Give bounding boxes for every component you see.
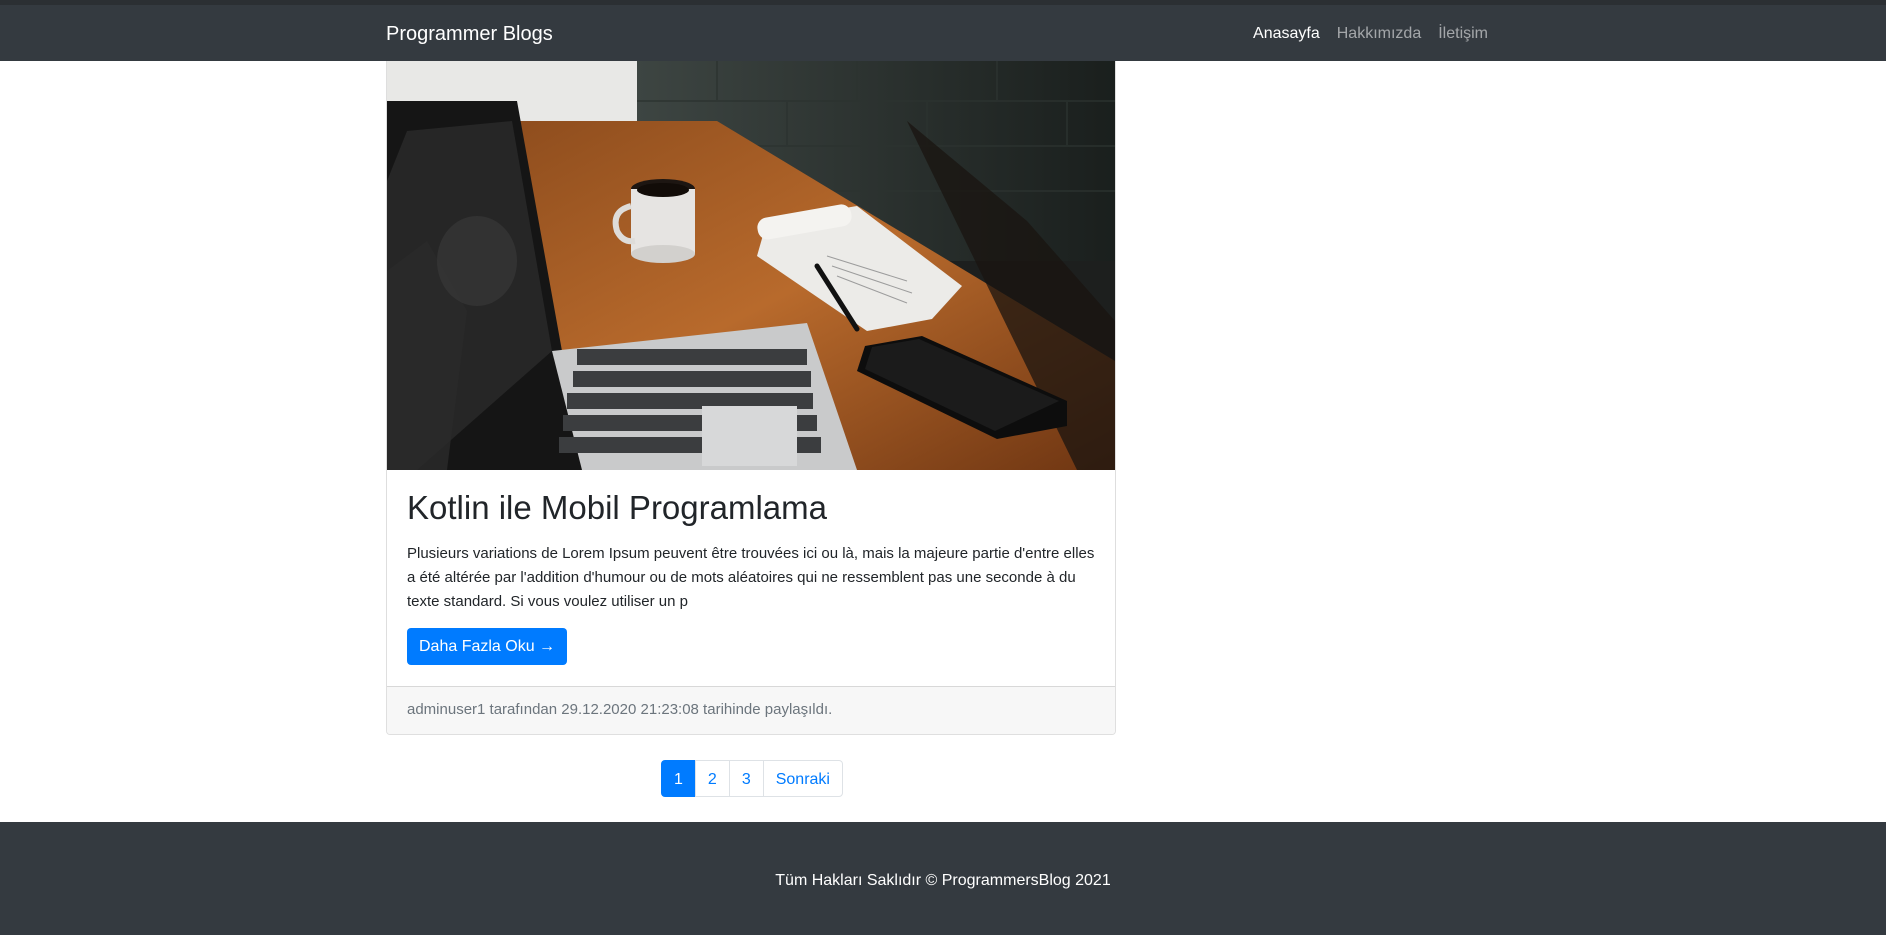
pagination: 1 2 3 Sonraki xyxy=(661,760,843,797)
navbar: Programmer Blogs Anasayfa Hakkımızda İle… xyxy=(0,5,1886,61)
page-link-2[interactable]: 2 xyxy=(694,760,730,797)
nav-item-anasayfa[interactable]: Anasayfa xyxy=(1253,25,1320,43)
post-excerpt: Plusieurs variations de Lorem Ipsum peuv… xyxy=(407,545,1095,610)
nav-item-hakkimizda[interactable]: Hakkımızda xyxy=(1337,25,1421,43)
copyright-text: Tüm Hakları Saklıdır © ProgrammersBlog 2… xyxy=(775,872,1111,889)
post-card: Kotlin ile Mobil Programlama Plusieurs v… xyxy=(386,61,1116,735)
page-link-3[interactable]: 3 xyxy=(728,760,764,797)
post-image xyxy=(387,61,1115,470)
nav-links: Anasayfa Hakkımızda İletişim xyxy=(1253,25,1488,43)
post-footer: adminuser1 tarafından 29.12.2020 21:23:0… xyxy=(387,686,1115,734)
site-footer: Tüm Hakları Saklıdır © ProgrammersBlog 2… xyxy=(0,822,1886,935)
brand-link[interactable]: Programmer Blogs xyxy=(386,23,553,46)
nav-item-iletisim[interactable]: İletişim xyxy=(1438,25,1488,43)
page-link-next[interactable]: Sonraki xyxy=(762,760,843,797)
page-link-1[interactable]: 1 xyxy=(661,760,696,797)
post-title: Kotlin ile Mobil Programlama xyxy=(407,489,827,526)
read-more-button[interactable]: Daha Fazla Oku → xyxy=(407,628,568,665)
post-meta: adminuser1 tarafından 29.12.2020 21:23:0… xyxy=(407,701,833,718)
laptop-coffee-desk-illustration xyxy=(387,61,1115,470)
